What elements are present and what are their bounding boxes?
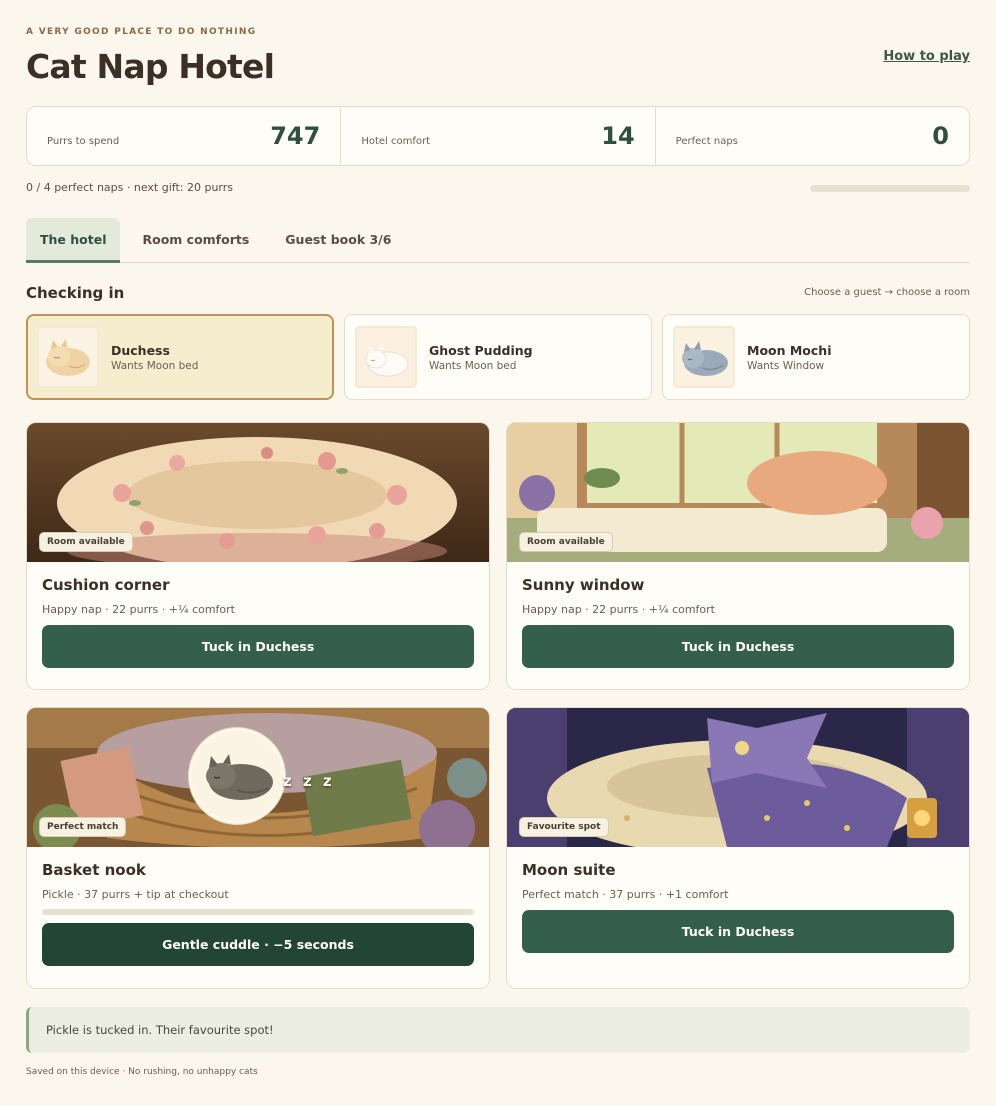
tab-guest-book[interactable]: Guest book 3/6: [271, 218, 405, 263]
stat-comfort: Hotel comfort 14: [341, 107, 656, 165]
guest-wants: Wants Moon bed: [111, 359, 199, 372]
checking-in-title: Checking in: [26, 284, 125, 302]
room-image: z z z Perfect match: [27, 708, 489, 847]
page-title: Cat Nap Hotel: [26, 47, 275, 86]
room-status-badge: Room available: [519, 532, 613, 552]
stat-label: Hotel comfort: [361, 135, 431, 147]
stat-value: 14: [601, 122, 635, 150]
guest-name: Moon Mochi: [747, 342, 832, 358]
checking-in-hint: Choose a guest → choose a room: [804, 287, 970, 298]
room-description: Happy nap · 22 purrs · +¼ comfort: [522, 603, 715, 616]
room-name: Moon suite: [522, 861, 616, 879]
stat-value: 0: [932, 122, 949, 150]
status-toast: Pickle is tucked in. Their favourite spo…: [26, 1007, 970, 1053]
room-name: Cushion corner: [42, 576, 170, 594]
room-name: Sunny window: [522, 576, 645, 594]
stats-panel: Purrs to spend 747 Hotel comfort 14 Perf…: [26, 106, 970, 166]
guest-card-ghost-pudding[interactable]: Ghost Pudding Wants Moon bed: [344, 314, 652, 400]
eyebrow-text: A VERY GOOD PLACE TO DO NOTHING: [26, 27, 257, 37]
stat-perfect-naps: Perfect naps 0: [656, 107, 969, 165]
stat-purrs: Purrs to spend 747: [27, 107, 342, 165]
sleep-zzz: z z z: [283, 772, 335, 790]
stat-label: Perfect naps: [675, 135, 738, 147]
room-card-basket-nook: z z z Perfect match Basket nook Pickle ·…: [26, 707, 490, 989]
room-body: Basket nook Pickle · 37 purrs + tip at c…: [27, 847, 489, 980]
sleeping-cat-icon: [206, 754, 273, 800]
tab-room-comforts[interactable]: Room comforts: [128, 218, 263, 263]
grey-cat-icon: [675, 328, 733, 386]
nap-progress-bar: [42, 909, 474, 915]
room-status-badge: Room available: [39, 532, 133, 552]
tab-bar: The hotel Room comforts Guest book 3/6: [26, 218, 970, 263]
room-description: Happy nap · 22 purrs · +¼ comfort: [42, 603, 235, 616]
gift-progress-text: 0 / 4 perfect naps · next gift: 20 purrs: [26, 181, 234, 194]
room-grid: Room available Cushion corner Happy nap …: [26, 422, 970, 989]
guest-list: Duchess Wants Moon bed Ghost Pudding Wan…: [26, 314, 970, 400]
stat-value: 747: [270, 122, 321, 150]
room-name: Basket nook: [42, 861, 146, 879]
footer-note: Saved on this device · No rushing, no un…: [26, 1067, 258, 1077]
guest-card-duchess[interactable]: Duchess Wants Moon bed: [26, 314, 334, 400]
tuck-in-button[interactable]: Tuck in Duchess: [522, 625, 954, 668]
tuck-in-button[interactable]: Tuck in Duchess: [522, 910, 954, 953]
room-body: Sunny window Happy nap · 22 purrs · +¼ c…: [507, 562, 969, 682]
sleeping-cat-bubble: [189, 728, 285, 824]
white-cat-icon: [357, 328, 415, 386]
tuck-in-button[interactable]: Tuck in Duchess: [42, 625, 474, 668]
stat-label: Purrs to spend: [47, 135, 120, 147]
room-status-badge: Favourite spot: [519, 817, 609, 837]
room-image: Room available: [507, 423, 969, 562]
room-card-moon-suite: Favourite spot Moon suite Perfect match …: [506, 707, 970, 989]
guest-wants: Wants Moon bed: [429, 359, 517, 372]
guest-wants: Wants Window: [747, 359, 825, 372]
gift-progress-bar: [810, 185, 970, 192]
guest-name: Duchess: [111, 342, 170, 358]
guest-card-moon-mochi[interactable]: Moon Mochi Wants Window: [662, 314, 970, 400]
room-body: Cushion corner Happy nap · 22 purrs · +¼…: [27, 562, 489, 682]
fluffy-cat-icon: [39, 328, 97, 386]
room-card-cushion-corner: Room available Cushion corner Happy nap …: [26, 422, 490, 690]
tab-the-hotel[interactable]: The hotel: [26, 218, 121, 263]
how-to-play-link[interactable]: How to play: [883, 49, 970, 64]
room-body: Moon suite Perfect match · 37 purrs · +1…: [507, 847, 969, 967]
room-description: Pickle · 37 purrs + tip at checkout: [42, 888, 229, 901]
gentle-cuddle-button[interactable]: Gentle cuddle · −5 seconds: [42, 923, 474, 966]
cat-thumbnail: [673, 326, 735, 388]
room-description: Perfect match · 37 purrs · +1 comfort: [522, 888, 729, 901]
room-image: Favourite spot: [507, 708, 969, 847]
cat-thumbnail: [355, 326, 417, 388]
guest-name: Ghost Pudding: [429, 342, 533, 358]
room-status-badge: Perfect match: [39, 817, 127, 837]
room-card-sunny-window: Room available Sunny window Happy nap · …: [506, 422, 970, 690]
cat-thumbnail: [37, 326, 99, 388]
room-image: Room available: [27, 423, 489, 562]
